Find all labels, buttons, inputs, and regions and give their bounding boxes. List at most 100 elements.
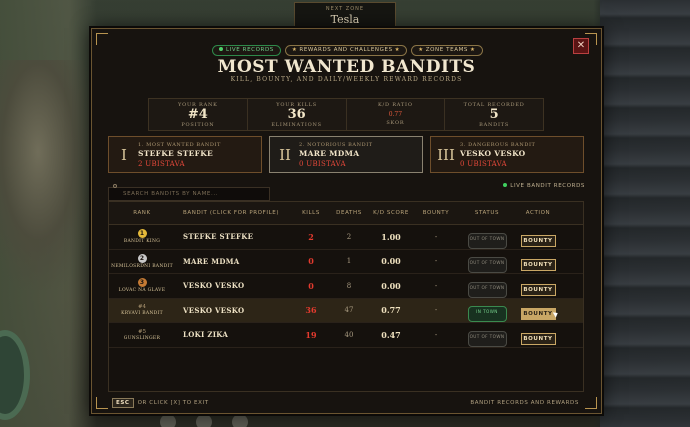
- action-cell: BOUNTY: [513, 276, 563, 296]
- podium-kills: 0 UBISTAVA: [460, 159, 507, 168]
- table-row[interactable]: #5 GUNSLINGER Loki Zika 19 40 0.47 - OUT…: [109, 323, 583, 348]
- exit-hint: ESC OR CLICK [X] TO EXIT: [112, 398, 209, 408]
- podium-roman-numeral: III: [437, 145, 455, 164]
- header-status: STATUS: [474, 210, 500, 216]
- page-title: MOST WANTED BANDITS: [217, 57, 476, 77]
- bounty-value: -: [434, 281, 438, 290]
- silver-medal-icon: 2: [137, 253, 147, 263]
- search-icon: [113, 184, 117, 188]
- next-zone-value: Tesla: [330, 13, 360, 26]
- bounty-button[interactable]: BOUNTY: [520, 283, 556, 296]
- action-cell: BOUNTY: [513, 251, 563, 272]
- bounty-button[interactable]: BOUNTY: [520, 259, 556, 272]
- player-stats-bar: YOUR RANK #4 POSITION YOUR KILLS 36 ELIM…: [148, 98, 544, 131]
- bounty-value: -: [434, 257, 438, 266]
- podium-name: Stefke Stefke: [138, 148, 214, 158]
- table-row[interactable]: 3 LOVAC NA GLAVE Vesko Vesko 0 8 0.00 - …: [109, 274, 583, 299]
- stat-label: K/D RATIO: [378, 102, 413, 108]
- background-log-wall: [600, 0, 690, 427]
- kd-value: 0.00: [381, 256, 401, 267]
- stat-sub: POSITION: [181, 122, 215, 128]
- podium-roman-numeral: II: [279, 145, 291, 164]
- status-badge: OUT OF TOWN: [467, 257, 507, 274]
- stat-total-recorded: TOTAL RECORDED 5 BANDITS: [445, 99, 543, 130]
- bandit-name-link[interactable]: Mare Mdma: [175, 257, 295, 266]
- deaths-value: 8: [346, 281, 352, 290]
- bronze-medal-icon: 3: [137, 278, 147, 288]
- bandit-name-link[interactable]: Stefke Stefke: [175, 232, 295, 241]
- podium-label: 3. DANGEROUS BANDIT: [460, 141, 536, 148]
- podium-kills: 0 UBISTAVA: [299, 159, 346, 168]
- stat-value: 0.77: [388, 111, 403, 118]
- tab-label: LIVE RECORDS: [226, 47, 274, 53]
- status-cell: OUT OF TOWN: [461, 323, 513, 347]
- tab-bar: LIVE RECORDS ★ REWARDS AND CHALLENGES ★ ★ Z…: [212, 45, 483, 56]
- bounty-button[interactable]: BOUNTY: [520, 308, 559, 321]
- search-input[interactable]: [108, 187, 270, 201]
- podium-label: 1. MOST WANTED BANDIT: [138, 141, 221, 148]
- status-badge: OUT OF TOWN: [467, 281, 507, 298]
- kills-value: 36: [305, 305, 317, 316]
- bandit-name-link[interactable]: Vesko Vesko: [175, 306, 295, 315]
- status-cell: OUT OF TOWN: [461, 225, 513, 249]
- rank-cell: #4 KRVAVI BANDIT: [109, 304, 175, 316]
- podium-card-2[interactable]: II 2. NOTORIOUS BANDIT Mare Mdma 0 UBIST…: [269, 136, 423, 173]
- bounty-button[interactable]: BOUNTY: [520, 234, 556, 247]
- deaths-value: 40: [344, 330, 354, 339]
- bounty-button-label: BOUNTY: [523, 311, 553, 318]
- star-icon: ★: [470, 47, 476, 53]
- stat-sub: BANDITS: [479, 122, 510, 128]
- star-icon: ★: [418, 47, 424, 53]
- table-row-current-player[interactable]: #4 KRVAVI BANDIT Vesko Vesko 36 47 0.77 …: [109, 298, 583, 323]
- tab-live-records[interactable]: LIVE RECORDS: [212, 45, 281, 56]
- tab-label: ZONE TEAMS: [425, 47, 469, 53]
- hud-heart-icon: [232, 414, 248, 427]
- stat-value: #4: [187, 107, 208, 122]
- action-cell: BOUNTY: [513, 325, 563, 345]
- live-dot-icon: [219, 46, 223, 51]
- table-row[interactable]: 2 NEMILOSRDNI BANDIT Mare Mdma 0 1 0.00 …: [109, 249, 583, 274]
- panel-corner-ornament: [96, 33, 108, 45]
- live-dot-icon: [503, 183, 508, 187]
- live-records-indicator: LIVE BANDIT RECORDS: [503, 183, 585, 189]
- status-cell: OUT OF TOWN: [461, 249, 513, 274]
- deaths-value: 2: [346, 232, 352, 241]
- tab-label: REWARDS AND CHALLENGES: [299, 47, 393, 53]
- bounty-value: -: [434, 232, 438, 241]
- stat-value: 5: [489, 107, 499, 122]
- rank-title: NEMILOSRDNI BANDIT: [111, 263, 173, 269]
- podium-card-3[interactable]: III 3. DANGEROUS BANDIT Vesko Vesko 0 UB…: [430, 136, 584, 173]
- panel-corner-ornament: [585, 397, 597, 409]
- next-zone-label: NEXT ZONE: [325, 6, 365, 12]
- bandit-name-link[interactable]: Loki Zika: [175, 330, 295, 339]
- status-cell: IN TOWN: [461, 298, 513, 323]
- podium-roman-numeral: I: [121, 145, 127, 164]
- bounty-button[interactable]: BOUNTY: [520, 332, 556, 345]
- close-button[interactable]: ✕: [573, 38, 589, 54]
- header-deaths: DEATHS: [336, 210, 362, 216]
- kd-value: 0.47: [381, 329, 401, 340]
- rank-cell: 3 LOVAC NA GLAVE: [109, 278, 175, 293]
- page-subtitle: KILL, BOUNTY, AND DAILY/WEEKLY REWARD RE…: [230, 76, 463, 83]
- bandit-name-link[interactable]: Vesko Vesko: [175, 281, 295, 290]
- podium-card-1[interactable]: I 1. MOST WANTED BANDIT Stefke Stefke 2 …: [108, 136, 262, 173]
- podium-name: Mare Mdma: [299, 148, 360, 158]
- header-bounty: BOUNTY: [422, 210, 450, 216]
- status-badge: OUT OF TOWN: [467, 330, 507, 347]
- table-row[interactable]: 1 BANDIT KING Stefke Stefke 2 2 1.00 - O…: [109, 225, 583, 250]
- tab-zone-teams[interactable]: ★ ZONE TEAMS ★: [411, 45, 483, 56]
- deaths-value: 1: [346, 257, 352, 266]
- header-kills: KILLS: [302, 210, 320, 216]
- action-cell: BOUNTY: [513, 300, 563, 321]
- exit-hint-text: OR CLICK [X] TO EXIT: [137, 400, 209, 406]
- mouse-cursor-icon: [552, 310, 559, 318]
- hud-snowflake-icon: [196, 414, 212, 427]
- kd-value: 0.77: [381, 305, 401, 316]
- tab-rewards-and-challenges[interactable]: ★ REWARDS AND CHALLENGES ★: [284, 45, 408, 56]
- esc-key-badge[interactable]: ESC: [112, 398, 134, 408]
- rank-title: KRVAVI BANDIT: [121, 311, 163, 317]
- gold-medal-icon: 1: [137, 229, 147, 239]
- bandits-panel: ✕ LIVE RECORDS ★ REWARDS AND CHALLENGES ★ …: [91, 28, 602, 414]
- rank-cell: 1 BANDIT KING: [109, 229, 175, 244]
- podium-kills: 2 UBISTAVA: [138, 159, 185, 168]
